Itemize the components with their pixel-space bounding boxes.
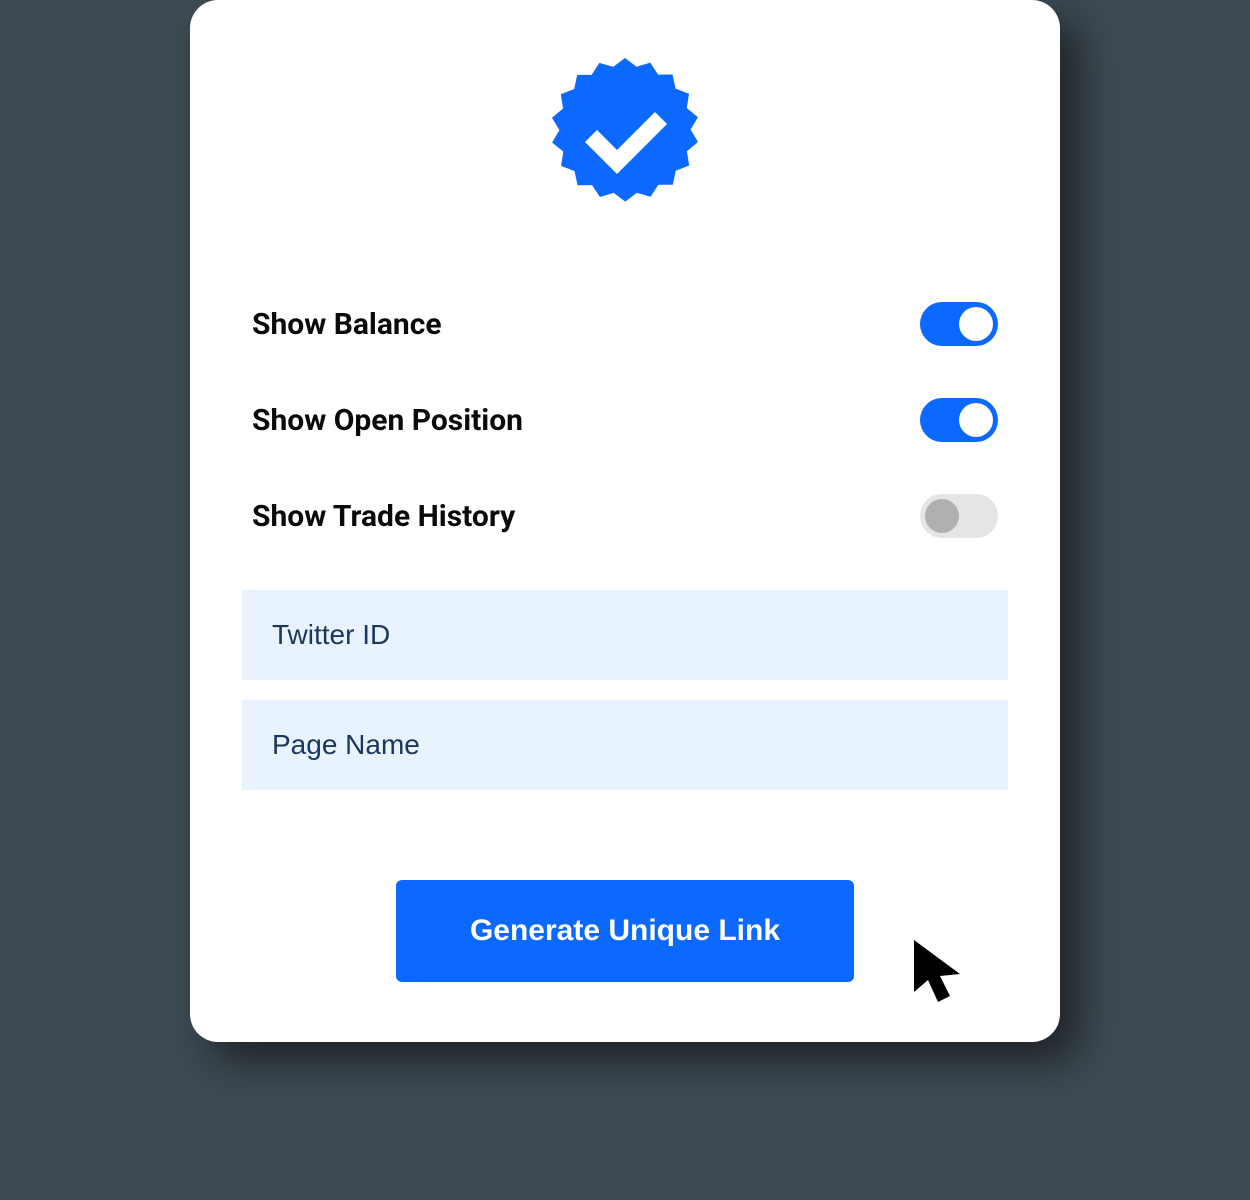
toggle-row-show-open-position: Show Open Position [242, 398, 1008, 442]
toggle-show-trade-history[interactable] [920, 494, 998, 538]
toggle-label: Show Trade History [252, 499, 515, 534]
page-name-input[interactable] [242, 700, 1008, 790]
badge-container [242, 58, 1008, 222]
twitter-id-input[interactable] [242, 590, 1008, 680]
generate-unique-link-button[interactable]: Generate Unique Link [396, 880, 854, 982]
verified-badge-icon [545, 58, 705, 222]
toggle-knob [959, 403, 993, 437]
toggle-label: Show Balance [252, 307, 442, 342]
toggle-knob [925, 499, 959, 533]
button-container: Generate Unique Link [242, 880, 1008, 982]
inputs-section [242, 590, 1008, 810]
toggle-show-balance[interactable] [920, 302, 998, 346]
cursor-icon [908, 936, 970, 1012]
toggle-row-show-trade-history: Show Trade History [242, 494, 1008, 538]
settings-card: Show Balance Show Open Position Show Tra… [190, 0, 1060, 1042]
toggle-knob [959, 307, 993, 341]
toggle-show-open-position[interactable] [920, 398, 998, 442]
toggle-label: Show Open Position [252, 403, 523, 438]
toggle-row-show-balance: Show Balance [242, 302, 1008, 346]
